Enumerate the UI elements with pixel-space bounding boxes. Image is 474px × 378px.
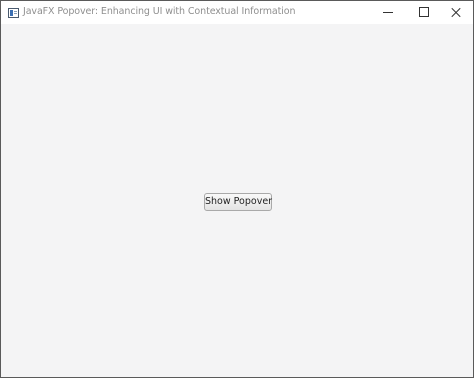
minimize-icon[interactable] — [369, 1, 405, 24]
close-icon[interactable] — [441, 1, 473, 24]
maximize-icon[interactable] — [405, 1, 441, 24]
window-title: JavaFX Popover: Enhancing UI with Contex… — [23, 6, 296, 17]
title-bar[interactable]: JavaFX Popover: Enhancing UI with Contex… — [1, 1, 473, 24]
app-window-icon — [8, 8, 19, 18]
app-window: JavaFX Popover: Enhancing UI with Contex… — [0, 0, 474, 378]
show-popover-button[interactable]: Show Popover — [204, 193, 272, 211]
window-content: Show Popover — [1, 24, 473, 377]
